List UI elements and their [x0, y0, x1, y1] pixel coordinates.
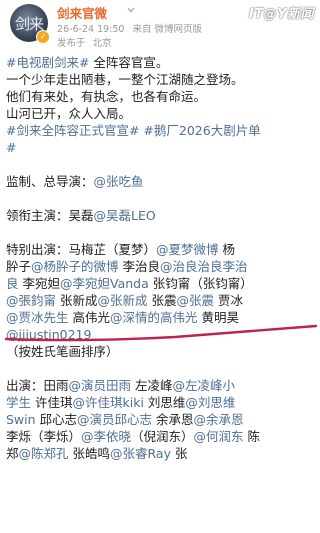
content-line: #剑来全阵容正式官宣# #鹅厂2026大剧片单 [6, 122, 314, 139]
content-text: （按姓氏笔画排序） [6, 344, 119, 359]
content-text: 张皓鸣 [68, 446, 111, 461]
content-line: # [6, 139, 314, 156]
post-location: 发布于 北京 [57, 35, 116, 49]
mention-link[interactable]: @演员邱心志 [77, 412, 152, 427]
content-line: 出演：田雨@演员田雨 左凌峰@左凌峰小 [6, 377, 314, 394]
mention-link[interactable]: Swin [6, 412, 36, 427]
mention-link[interactable]: @陈郑孔 [19, 446, 69, 461]
content-line: 监制、总导演：@张吃鱼 [6, 173, 314, 190]
mention-link[interactable]: @张新成 [98, 293, 148, 308]
content-text: 杨 [218, 242, 236, 257]
location-name: 北京 [92, 38, 112, 49]
content-line: 肸子@杨肸子的微博 李治良@治良治良李治 [6, 258, 314, 275]
watermark-logo: IT@Y新闻 [248, 7, 314, 22]
content-text: 特别出演：马梅芷（夏梦） [6, 242, 157, 257]
content-text: 李烁（李烁） [6, 429, 82, 444]
content-text: 李宛妲 [18, 276, 60, 291]
mention-link[interactable]: @演员田雨 [69, 378, 132, 393]
content-text: 领衔主演：吴磊 [6, 208, 94, 223]
content-text: 他们有来处，有执念，也各有命运。 [6, 89, 207, 104]
post-time: 26-6-24 19:50 [57, 24, 125, 35]
mention-link[interactable]: @张震 [177, 293, 215, 308]
content-line: Swin 邱心志@演员邱心志 余承恩@余承恩 [6, 411, 314, 428]
content-text: 张 [170, 446, 188, 461]
content-text: 陈 [243, 429, 261, 444]
content-text: 郑 [6, 446, 19, 461]
content-line: （按姓氏笔画排序） [6, 343, 314, 360]
content-text: 全阵容官宣。 [89, 55, 169, 70]
mention-link[interactable]: @張鈞甯 [6, 293, 56, 308]
content-text: 黄明昊 [197, 310, 239, 325]
weibo-post: 剑来 ✓ 剑来官微 26-6-24 19:50 来自 微博网页版 发布于 北京 … [0, 0, 320, 533]
content-line: @贾冰先生 高伟光@深情的高伟光 黄明昊 [6, 309, 314, 326]
hashtag-link[interactable]: #鹅厂2026大剧片单 [139, 123, 260, 138]
content-text: 余承恩 [152, 412, 194, 427]
content-line: @張鈞甯 张新成@张新成 张震@张震 贾冰 [6, 292, 314, 309]
post-source: 来自 微博网页版 [132, 24, 203, 35]
content-text: 贾冰 [214, 293, 243, 308]
mention-link[interactable]: @李依晓 [81, 429, 131, 444]
content-text: 张震 [147, 293, 177, 308]
content-text: 肸子 [6, 259, 32, 274]
location-prefix: 发布于 [57, 38, 86, 49]
mention-link[interactable]: @吴磊LEO [94, 208, 156, 223]
content-line: 山河已开，众人入局。 [6, 105, 314, 122]
mention-link[interactable]: @刘思维 [185, 395, 235, 410]
mention-link[interactable]: 良 [6, 276, 19, 291]
content-text: 张钧甯（张钧甯） [148, 276, 253, 291]
content-line: 特别出演：马梅芷（夏梦）@夏梦微博 杨 [6, 241, 314, 258]
mention-link[interactable]: @何润东 [194, 429, 244, 444]
content-text: 左凌峰 [131, 378, 173, 393]
mention-link[interactable]: @贾冰先生 [6, 310, 69, 325]
post-meta: 26-6-24 19:50 来自 微博网页版 [57, 21, 207, 35]
mention-link[interactable]: @杨肸子的微博 [31, 259, 119, 274]
hashtag-link[interactable]: #电视剧剑来# [6, 55, 89, 70]
mention-link[interactable]: @张睿Ray [110, 446, 171, 461]
mention-link[interactable]: 学生 [6, 395, 31, 410]
content-text: 监制、总导演： [6, 174, 94, 189]
content-text: 许佳琪 [31, 395, 73, 410]
mention-link[interactable]: @jjjustin0219 [6, 327, 91, 342]
content-line: 学生 许佳琪@许佳琪kiki 刘思维@刘思维 [6, 394, 314, 411]
mention-link[interactable]: @李宛妲Vanda [60, 276, 149, 291]
post-content: #电视剧剑来# 全阵容官宣。 一个少年走出陋巷，一整个江湖随之登场。 他们有来处… [6, 54, 314, 462]
content-line: 领衔主演：吴磊@吴磊LEO [6, 207, 314, 224]
mention-link[interactable]: @张吃鱼 [94, 174, 144, 189]
content-text: （倪润东） [131, 429, 194, 444]
content-line: 一个少年走出陋巷，一整个江湖随之登场。 [6, 71, 314, 88]
content-text: 高伟光 [68, 310, 110, 325]
content-text: 山河已开，众人入局。 [6, 106, 132, 121]
mention-link[interactable]: @夏梦微博 [156, 242, 219, 257]
content-text: 刘思维 [143, 395, 186, 410]
mention-link[interactable]: @左凌峰小 [173, 378, 236, 393]
hashtag-link[interactable]: #剑来全阵容正式官宣# [6, 123, 139, 138]
content-line: 他们有来处，有执念，也各有命运。 [6, 88, 314, 105]
verified-icon: ✓ [36, 30, 50, 44]
content-text: 出演：田雨 [6, 378, 69, 393]
content-text: 邱心志 [35, 412, 78, 427]
account-name[interactable]: 剑来官微 [57, 3, 107, 22]
mention-link[interactable]: @深情的高伟光 [110, 310, 198, 325]
content-line: 郑@陈郑孔 张皓鸣@张睿Ray 张 [6, 445, 314, 462]
hashtag-link[interactable]: # [6, 140, 16, 155]
content-line: #电视剧剑来# 全阵容官宣。 [6, 54, 314, 71]
content-text: 张新成 [56, 293, 98, 308]
mention-link[interactable]: @许佳琪kiki [73, 395, 144, 410]
content-line: @jjjustin0219 [6, 326, 314, 343]
mention-link[interactable]: @治良治良李治 [160, 259, 248, 274]
content-line: 良 李宛妲@李宛妲Vanda 张钧甯（张钧甯） [6, 275, 314, 292]
chevron-down-icon[interactable] [126, 5, 136, 15]
content-text: 李治良 [118, 259, 161, 274]
content-text: 一个少年走出陋巷，一整个江湖随之登场。 [6, 72, 244, 87]
mention-link[interactable]: @余承恩 [194, 412, 244, 427]
content-line: 李烁（李烁）@李依晓（倪润东）@何润东 陈 [6, 428, 314, 445]
